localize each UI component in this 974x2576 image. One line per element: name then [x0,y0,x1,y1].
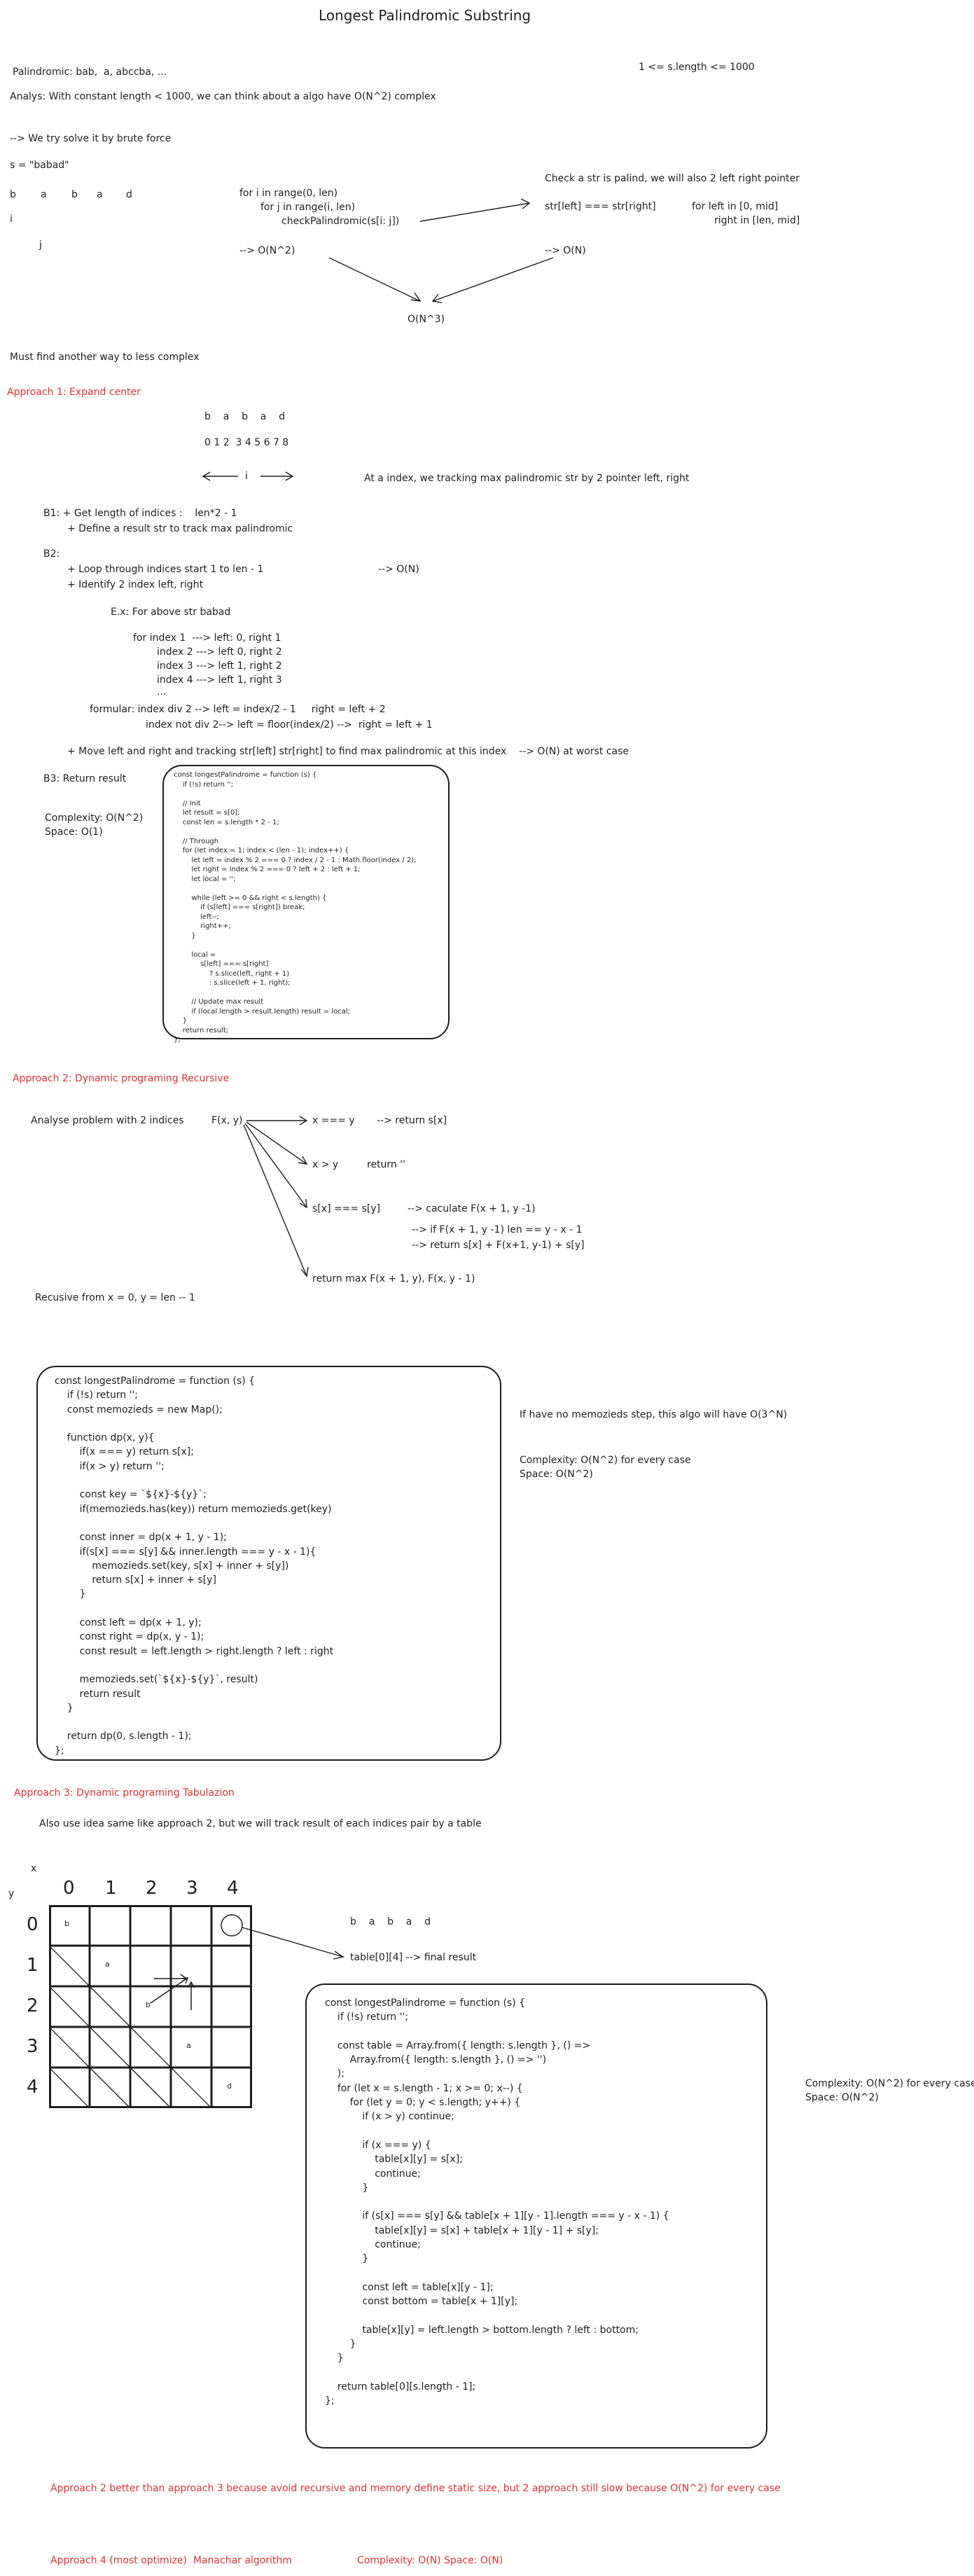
sketch-arrows [202,198,554,1960]
